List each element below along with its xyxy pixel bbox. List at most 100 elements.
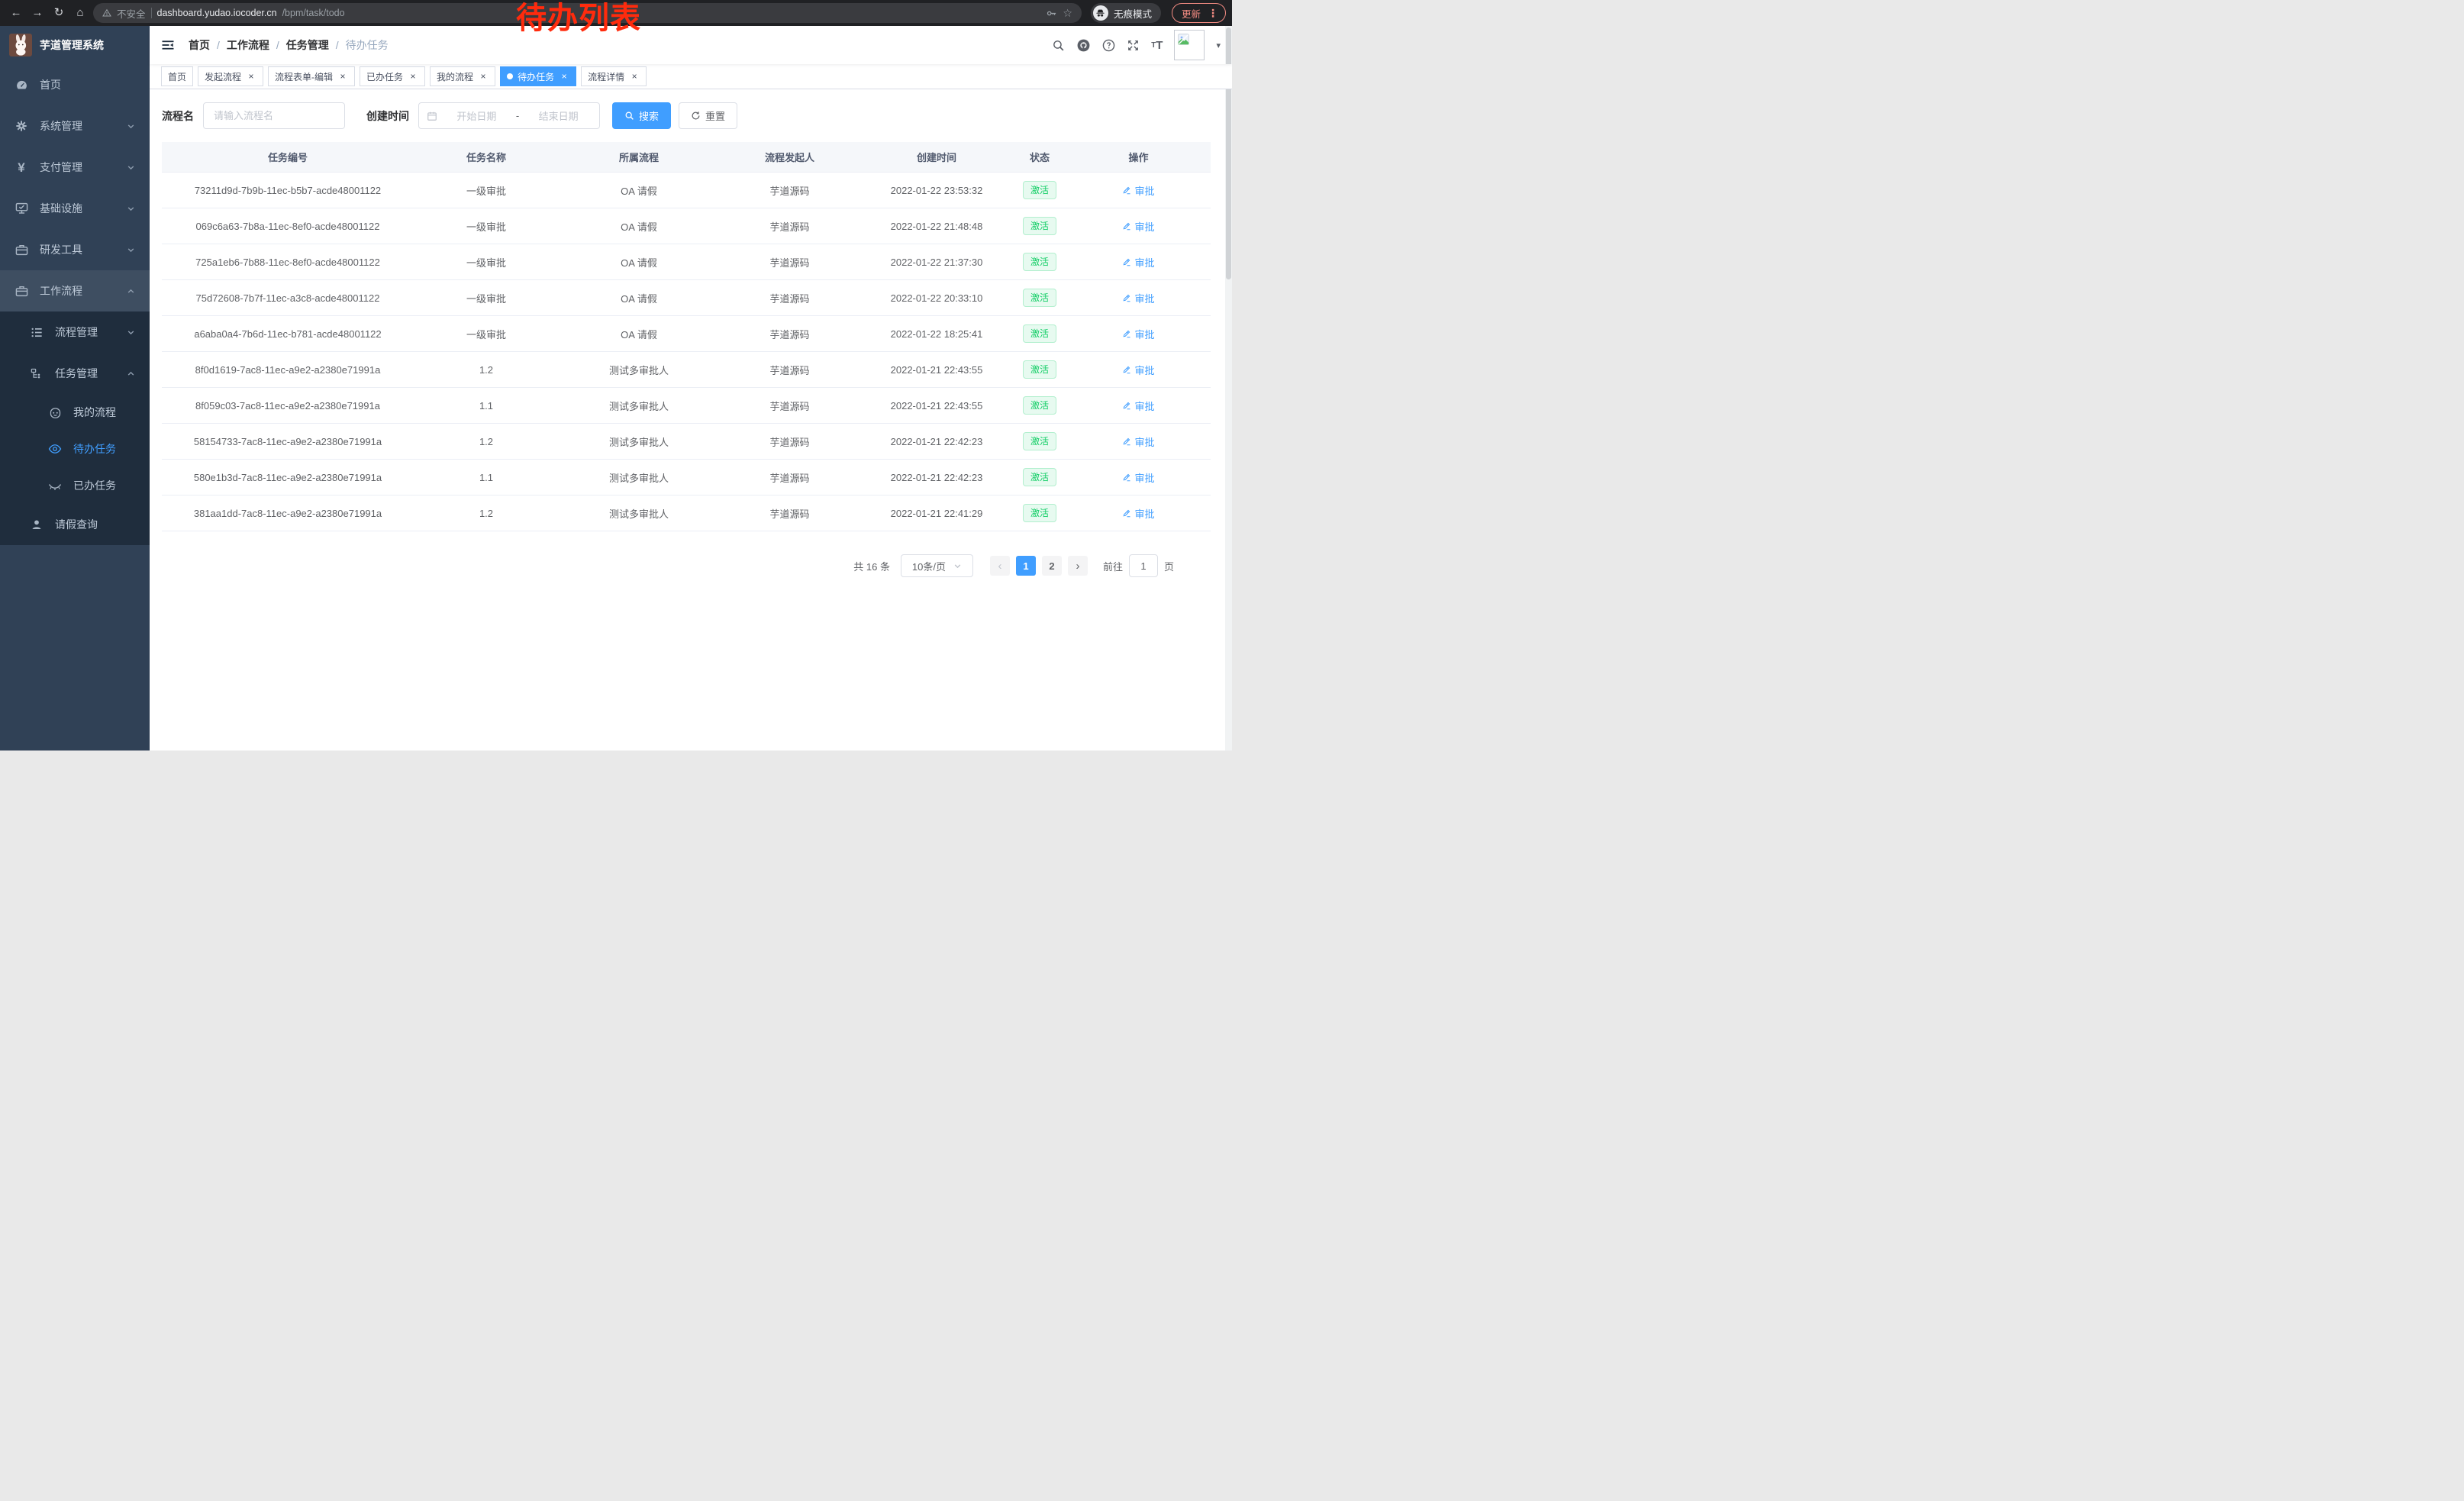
close-icon[interactable]: × (629, 71, 640, 82)
close-icon[interactable]: × (408, 71, 418, 82)
sidebar-item-process-management[interactable]: 流程管理 (0, 311, 150, 353)
tag-tab[interactable]: 已办任务 × (360, 66, 425, 86)
monitor-icon (15, 202, 28, 215)
incognito-badge: 无痕模式 (1091, 3, 1161, 23)
date-range-picker[interactable]: 开始日期 - 结束日期 (418, 102, 600, 129)
key-icon[interactable] (1046, 8, 1057, 19)
total-count: 共 16 条 (853, 559, 890, 573)
col-task-id: 任务编号 (162, 150, 414, 164)
sidebar-item-workflow[interactable]: 工作流程 (0, 270, 150, 311)
reload-button[interactable]: ↻ (50, 4, 67, 22)
create-time-cell: 2022-01-22 21:37:30 (860, 257, 1013, 268)
approve-link[interactable]: 审批 (1122, 255, 1154, 270)
breadcrumb-workflow[interactable]: 工作流程 (227, 37, 269, 53)
prev-page-button[interactable]: ‹ (990, 556, 1010, 576)
font-size-icon[interactable]: TT (1151, 39, 1163, 52)
status-badge: 激活 (1023, 217, 1056, 235)
task-id-cell: 725a1eb6-7b88-11ec-8ef0-acde48001122 (162, 257, 414, 268)
approve-link[interactable]: 审批 (1122, 327, 1154, 341)
search-icon[interactable] (1052, 39, 1065, 52)
incognito-icon (1093, 5, 1108, 21)
sidebar-item-home[interactable]: 首页 (0, 64, 150, 105)
approve-link[interactable]: 审批 (1122, 399, 1154, 413)
create-time-cell: 2022-01-21 22:43:55 (860, 364, 1013, 376)
avatar[interactable] (1174, 30, 1205, 60)
toolbox-icon (15, 244, 28, 256)
tag-tab[interactable]: 流程表单-编辑 × (268, 66, 355, 86)
sidebar-item-todo-tasks[interactable]: 待办任务 (0, 431, 150, 467)
workflow-submenu: 流程管理 任务管理 我的流程 (0, 311, 150, 545)
forward-button[interactable]: → (29, 4, 46, 22)
reset-button[interactable]: 重置 (679, 102, 737, 129)
sidebar-item-system-management[interactable]: 系统管理 (0, 105, 150, 147)
next-page-button[interactable]: › (1068, 556, 1088, 576)
approve-link[interactable]: 审批 (1122, 434, 1154, 449)
process-name-field[interactable] (214, 110, 334, 121)
url-host: dashboard.yudao.iocoder.cn (157, 8, 277, 18)
approve-link[interactable]: 审批 (1122, 291, 1154, 305)
create-time-cell: 2022-01-21 22:43:55 (860, 400, 1013, 412)
status-badge: 激活 (1023, 396, 1056, 415)
page-size-select[interactable]: 10条/页 (901, 554, 973, 577)
sidebar-item-leave-query[interactable]: 请假查询 (0, 504, 150, 545)
sidebar-item-my-process[interactable]: 我的流程 (0, 394, 150, 431)
breadcrumb-task-management[interactable]: 任务管理 (286, 37, 329, 53)
github-icon[interactable] (1076, 38, 1091, 53)
breadcrumb-home[interactable]: 首页 (189, 37, 210, 53)
approve-link[interactable]: 审批 (1122, 219, 1154, 234)
fullscreen-icon[interactable] (1127, 39, 1140, 52)
app-logo-row[interactable]: 芋道管理系统 (0, 26, 150, 64)
status-badge: 激活 (1023, 504, 1056, 522)
task-id-cell: 8f0d1619-7ac8-11ec-a9e2-a2380e71991a (162, 364, 414, 376)
avatar-dropdown-caret-icon[interactable]: ▾ (1216, 40, 1221, 50)
close-icon[interactable]: × (559, 71, 569, 82)
app-logo (9, 34, 32, 56)
search-button[interactable]: 搜索 (612, 102, 671, 129)
page-button-2[interactable]: 2 (1042, 556, 1062, 576)
browser-menu-icon[interactable]: ⋮ (1208, 7, 1218, 20)
flow-tree-icon (30, 368, 44, 379)
close-icon[interactable]: × (246, 71, 256, 82)
tag-tab[interactable]: 流程详情 × (581, 66, 647, 86)
close-icon[interactable]: × (478, 71, 489, 82)
approve-link[interactable]: 审批 (1122, 506, 1154, 521)
col-initiator: 流程发起人 (719, 150, 860, 164)
task-name-cell: 一级审批 (414, 183, 559, 198)
page-unit-label: 页 (1164, 559, 1174, 573)
approve-link[interactable]: 审批 (1122, 470, 1154, 485)
task-id-cell: 75d72608-7b7f-11ec-a3c8-acde48001122 (162, 292, 414, 304)
sidebar-collapse-icon[interactable] (161, 39, 175, 51)
col-status: 状态 (1013, 150, 1066, 164)
status-badge: 激活 (1023, 468, 1056, 486)
tag-tab[interactable]: 发起流程 × (198, 66, 263, 86)
tag-tab[interactable]: 待办任务 × (500, 66, 576, 86)
bookmark-star-icon[interactable]: ☆ (1063, 7, 1072, 20)
initiator-cell: 芋道源码 (719, 363, 860, 377)
sidebar-item-task-management[interactable]: 任务管理 (0, 353, 150, 394)
warning-icon (102, 8, 111, 18)
page-button-1[interactable]: 1 (1016, 556, 1036, 576)
approve-link[interactable]: 审批 (1122, 363, 1154, 377)
tag-tab[interactable]: 首页 (161, 66, 193, 86)
initiator-cell: 芋道源码 (719, 291, 860, 305)
create-time-label: 创建时间 (366, 108, 409, 124)
sidebar-item-dev-tools[interactable]: 研发工具 (0, 229, 150, 270)
home-button[interactable]: ⌂ (72, 4, 89, 22)
sidebar-item-infrastructure[interactable]: 基础设施 (0, 188, 150, 229)
process-cell: OA 请假 (559, 183, 719, 198)
update-button[interactable]: 更新 ⋮ (1172, 3, 1226, 23)
process-name-input[interactable] (203, 102, 345, 129)
approve-link[interactable]: 审批 (1122, 183, 1154, 198)
tag-tab[interactable]: 我的流程 × (430, 66, 495, 86)
sidebar-item-done-tasks[interactable]: 已办任务 (0, 467, 150, 504)
briefcase-icon (15, 285, 28, 297)
status-badge: 激活 (1023, 360, 1056, 379)
process-cell: 测试多审批人 (559, 363, 719, 377)
help-icon[interactable] (1102, 39, 1115, 52)
close-icon[interactable]: × (337, 71, 348, 82)
task-name-cell: 1.2 (414, 364, 559, 376)
page-scrollbar[interactable] (1225, 26, 1232, 750)
goto-page-input[interactable]: 1 (1129, 554, 1158, 577)
back-button[interactable]: ← (8, 4, 24, 22)
sidebar-item-payment-management[interactable]: ¥ 支付管理 (0, 147, 150, 188)
